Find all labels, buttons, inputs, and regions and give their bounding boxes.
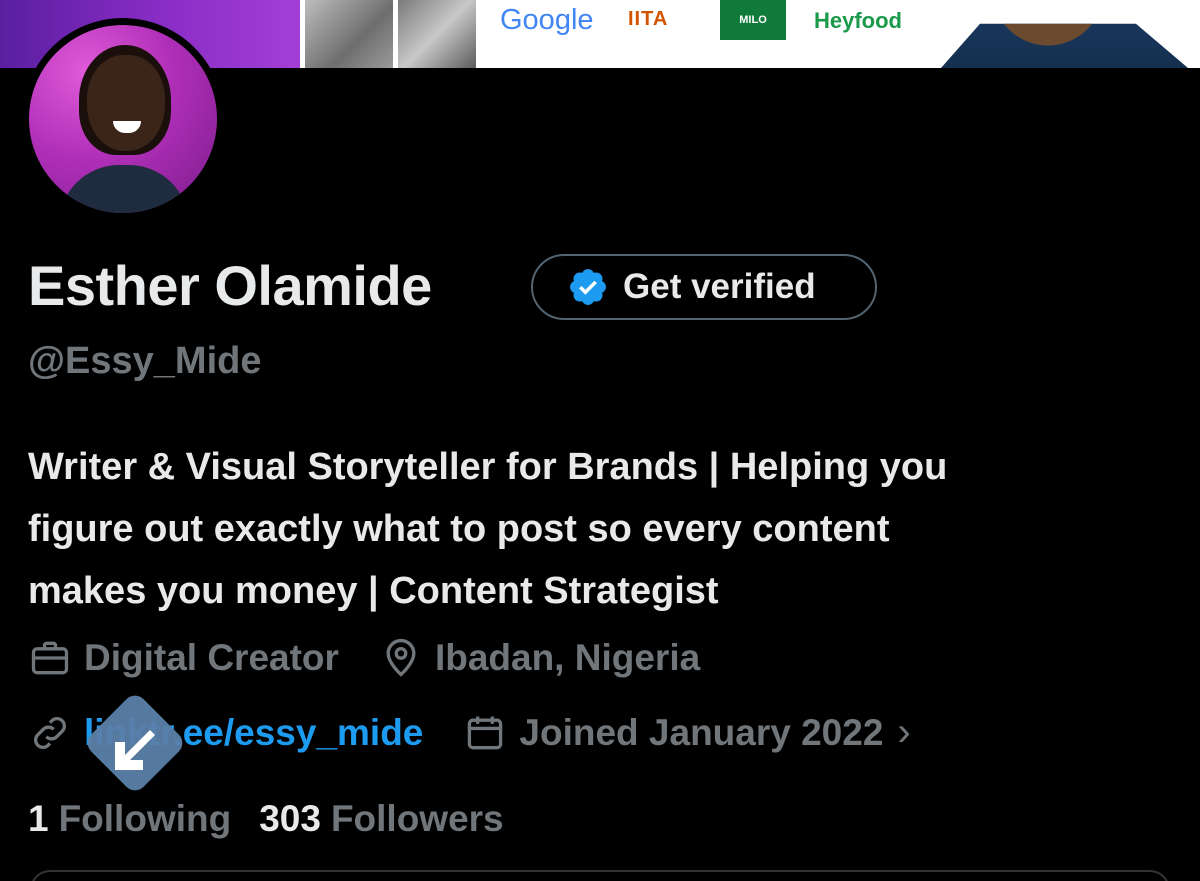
verified-badge-icon: [570, 269, 606, 305]
profile-meta-row: Digital Creator Ibadan, Nigeria: [28, 636, 740, 680]
map-pin-icon: [386, 638, 416, 677]
banner-photo: [305, 0, 393, 68]
following-count[interactable]: 1: [28, 798, 49, 840]
bio-line: figure out exactly what to post so every…: [28, 508, 890, 550]
banner-person-photo: [941, 23, 1188, 68]
sponsor-logo-iita: IITA: [628, 8, 669, 30]
category-label: Digital Creator: [84, 637, 339, 678]
chevron-right-icon[interactable]: ›: [897, 710, 910, 755]
profile-bio: Writer & Visual Storyteller for Brands |…: [28, 436, 1178, 622]
profile-name: Esther Olamide: [28, 254, 432, 317]
avatar-face: [87, 55, 165, 151]
sponsor-logo-google: Google: [500, 4, 594, 36]
avatar-shirt: [59, 165, 189, 213]
get-verified-label: Get verified: [623, 267, 816, 306]
avatar[interactable]: [29, 25, 217, 213]
get-verified-button[interactable]: Get verified: [531, 254, 877, 320]
bio-line: Writer & Visual Storyteller for Brands |…: [28, 446, 948, 488]
sponsor-logo-milo: MILO: [720, 0, 786, 40]
next-section-edge: [30, 870, 1170, 881]
location-label: Ibadan, Nigeria: [434, 637, 701, 678]
link-icon: [34, 716, 66, 749]
profile-location: Ibadan, Nigeria: [379, 636, 700, 680]
followers-label[interactable]: Followers: [331, 798, 504, 840]
profile-joined[interactable]: Joined January 2022 ›: [463, 710, 911, 755]
profile-category: Digital Creator: [28, 636, 339, 680]
joined-label: Joined January 2022: [519, 711, 884, 753]
banner-photo: [398, 0, 476, 68]
profile-handle: @Essy_Mide: [28, 340, 262, 382]
calendar-icon: [468, 716, 503, 749]
briefcase-icon: [31, 641, 69, 675]
arrow-cursor-icon: [87, 695, 183, 791]
sponsor-logo-heyfood: Heyfood: [814, 8, 902, 33]
bio-line: makes you money | Content Strategist: [28, 570, 719, 612]
followers-count[interactable]: 303: [259, 798, 321, 840]
